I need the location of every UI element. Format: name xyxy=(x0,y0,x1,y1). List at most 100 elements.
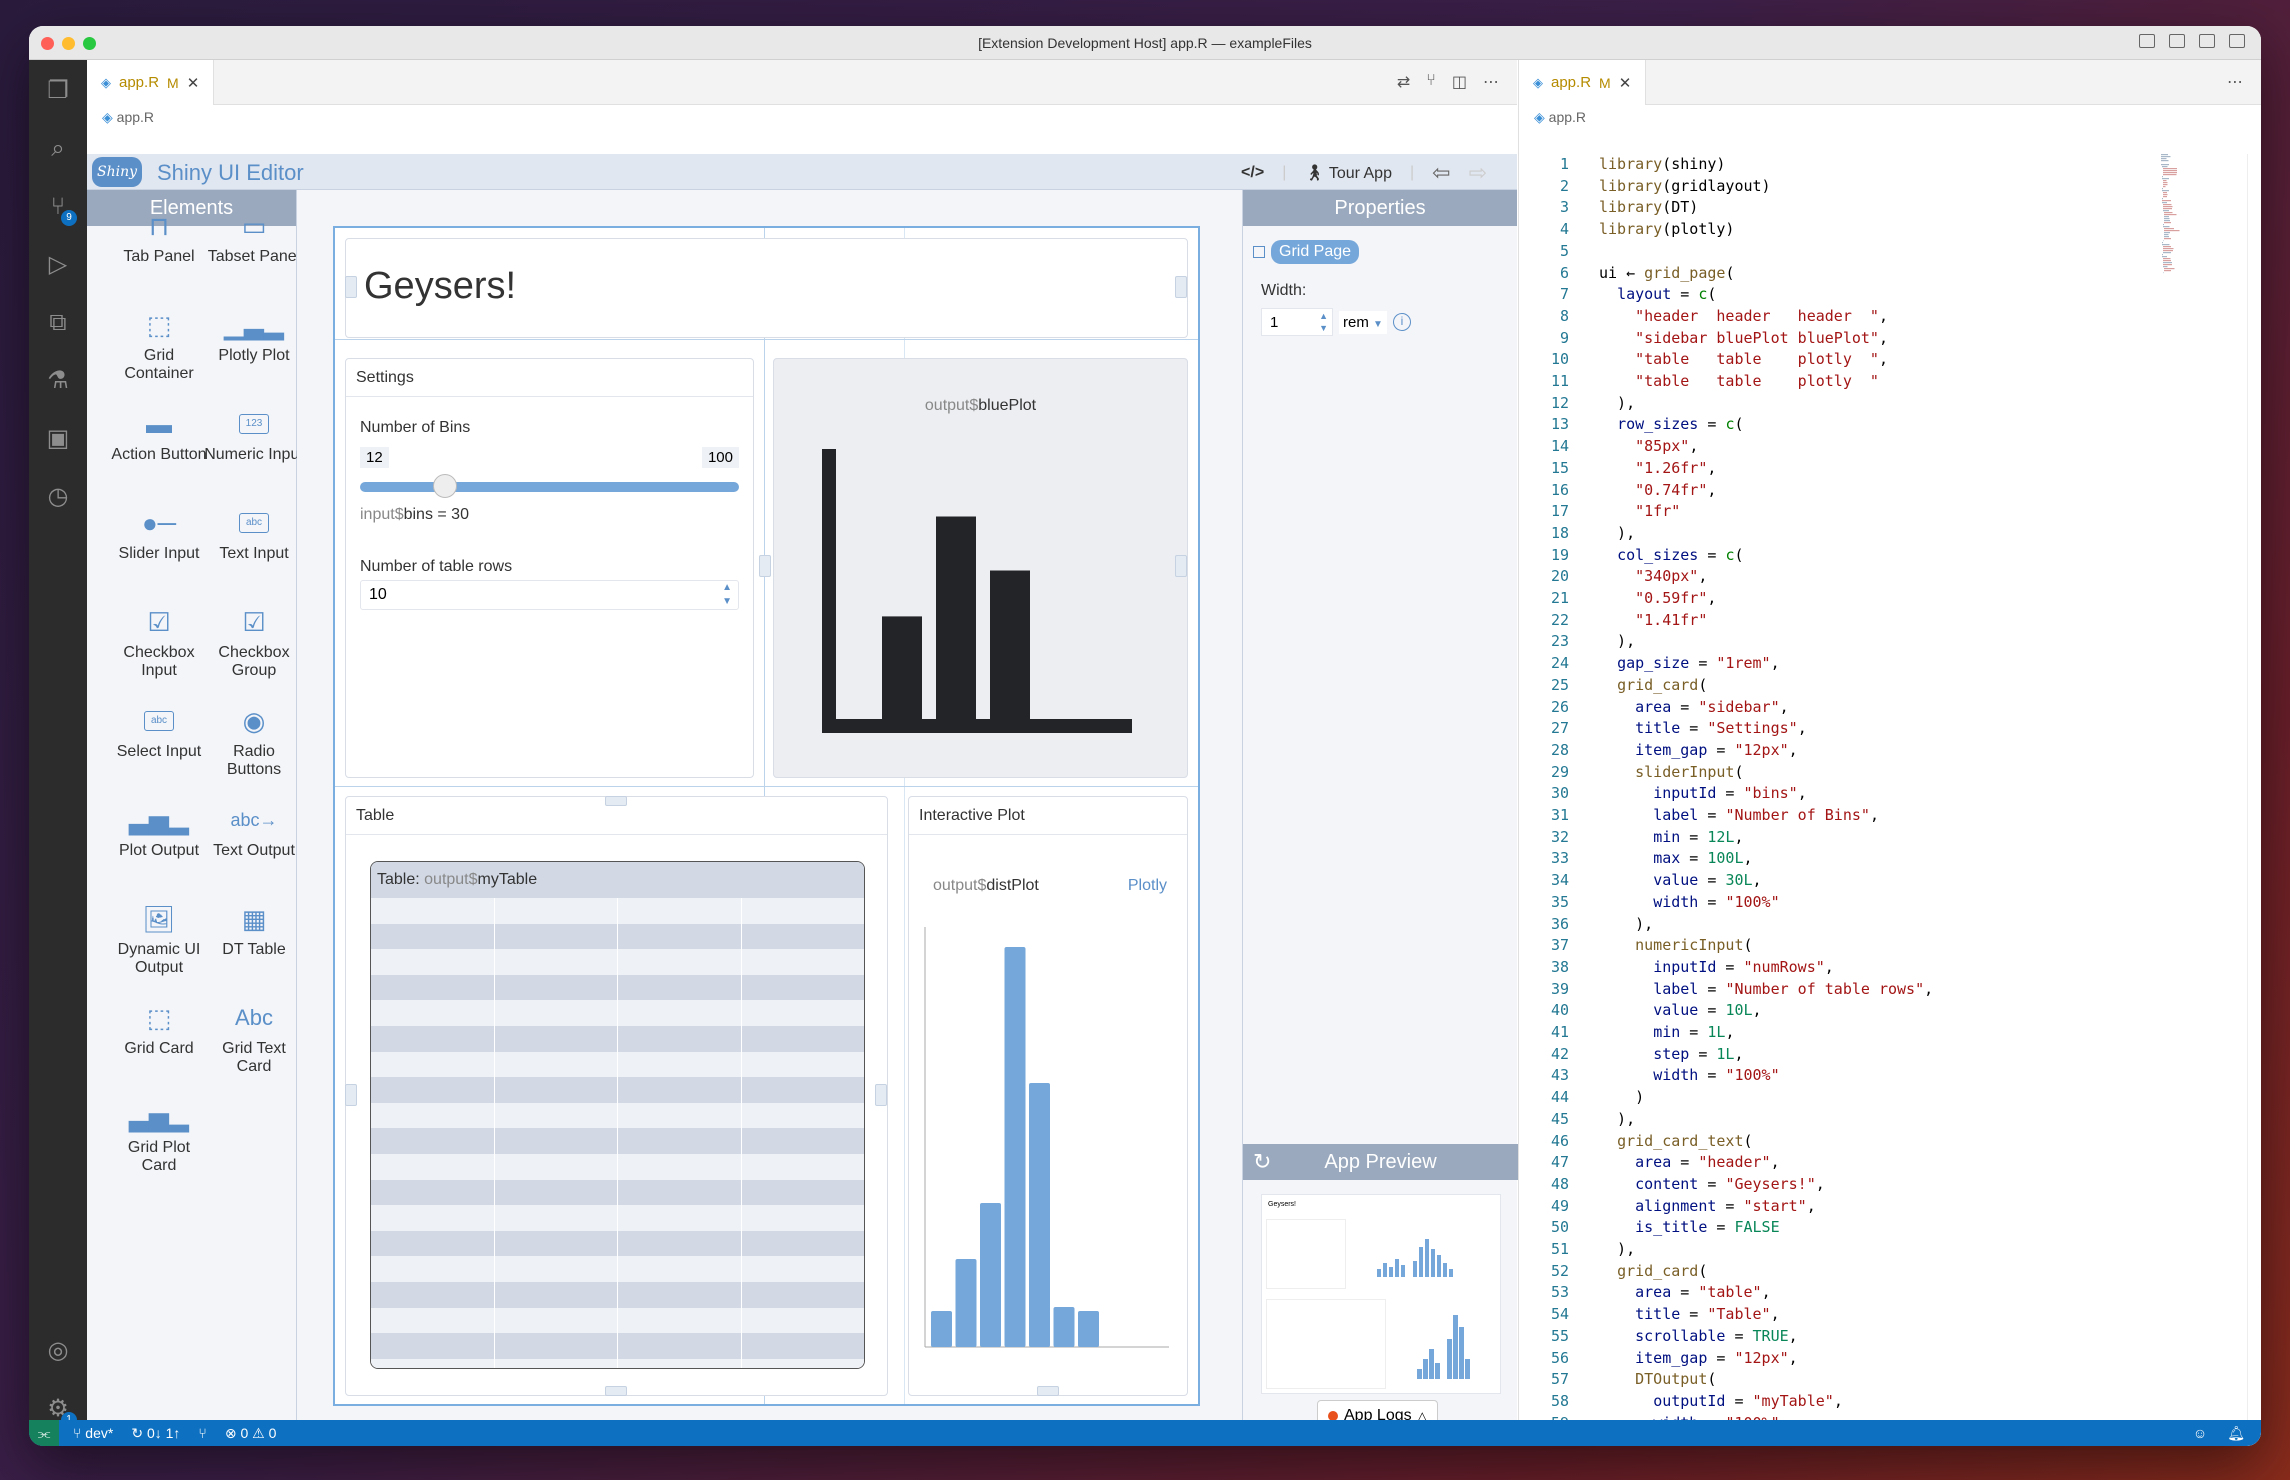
minimap-line xyxy=(2164,214,2177,216)
account-icon[interactable]: ◎ xyxy=(43,1336,73,1366)
element-radio-buttons[interactable]: ◉ Radio Buttons xyxy=(204,699,304,779)
grid-page[interactable]: Geysers! Settings Number of Bins 12 100 xyxy=(333,226,1200,1406)
table-cell xyxy=(742,1154,865,1180)
feedback-icon[interactable]: ☺ xyxy=(2193,1425,2207,1441)
sync-item[interactable]: ↻ 0↓ 1↑ xyxy=(131,1425,180,1442)
element-text-input[interactable]: abc Text Input xyxy=(204,501,304,563)
scrollbar[interactable] xyxy=(2247,154,2261,1424)
rows-numeric-input[interactable]: 10 ▲ ▼ xyxy=(360,580,739,610)
testing-icon[interactable]: ⚗ xyxy=(43,366,73,396)
more-actions-icon[interactable]: ⋯ xyxy=(1483,72,1499,92)
element-plot-output[interactable]: ▃▅▂ Plot Output xyxy=(109,798,209,860)
resize-handle[interactable] xyxy=(1037,1386,1059,1396)
element-grid-card[interactable]: ⬚ Grid Card xyxy=(109,996,209,1058)
resize-handle[interactable] xyxy=(345,276,357,298)
resize-handle[interactable] xyxy=(605,796,627,806)
shiny-header-actions: </> | 🚶︎ Tour App | ⇦ ⇨ xyxy=(1241,160,1487,186)
compare-icon[interactable]: ⇄ xyxy=(1397,72,1410,92)
element-slider-input[interactable]: ●─ Slider Input xyxy=(109,501,209,563)
table-row xyxy=(371,898,864,924)
element-action-button[interactable]: ▬ Action Button xyxy=(109,402,209,464)
notifications-icon[interactable]: 🔔︎ xyxy=(2227,1425,2245,1442)
plot-output-icon: ▃▅▂ xyxy=(129,805,189,835)
resize-handle[interactable] xyxy=(1175,555,1187,577)
customize-layout-icon[interactable] xyxy=(2229,34,2245,48)
element-grid-container[interactable]: ⬚ Grid Container xyxy=(109,303,209,383)
toggle-sidebar-icon[interactable] xyxy=(2139,34,2155,48)
table-card[interactable]: Table Table: output$myTable xyxy=(345,796,888,1396)
table-cell xyxy=(742,1052,865,1078)
branch-item[interactable]: ⑂ dev* xyxy=(73,1425,113,1441)
zoom-window-button[interactable] xyxy=(83,37,96,50)
undo-icon[interactable]: ⇦ xyxy=(1432,160,1450,186)
app-preview-thumbnail[interactable]: Geysers! xyxy=(1261,1194,1501,1394)
resize-handle[interactable] xyxy=(605,1386,627,1396)
search-icon[interactable]: ⌕ xyxy=(43,134,73,164)
element-tab-panel[interactable]: ⊓ Tab Panel xyxy=(109,204,209,266)
table-cell xyxy=(371,1358,495,1368)
bins-slider[interactable] xyxy=(360,474,739,498)
remote-indicator[interactable]: ⫘ xyxy=(29,1420,59,1446)
run-debug-icon[interactable]: ▷ xyxy=(43,250,73,280)
code-line: numericInput( xyxy=(1635,936,1753,955)
minimize-window-button[interactable] xyxy=(62,37,75,50)
close-window-button[interactable] xyxy=(41,37,54,50)
explorer-icon[interactable]: ❐ xyxy=(43,76,73,106)
extensions-icon[interactable]: ⧉ xyxy=(43,308,73,338)
element-numeric-input[interactable]: 123 Numeric Input xyxy=(204,402,304,464)
resize-handle[interactable] xyxy=(1175,276,1187,298)
element-checkbox[interactable]: ☑ Checkbox Input xyxy=(109,600,209,680)
interactive-plot-card[interactable]: Interactive Plot output$distPlot Plotly xyxy=(908,796,1188,1396)
element-dt-table[interactable]: ▦ DT Table xyxy=(204,897,304,959)
bar xyxy=(980,1203,1001,1347)
toggle-panel-icon[interactable] xyxy=(2169,34,2185,48)
problems-item[interactable]: ⊗ 0 ⚠ 0 xyxy=(225,1425,277,1442)
resize-handle[interactable] xyxy=(759,555,771,577)
resize-handle[interactable] xyxy=(875,1084,887,1106)
element-checkbox-group[interactable]: ☑ Checkbox Group xyxy=(204,600,304,680)
element-dynamic-ui[interactable]: 🖼︎ Dynamic UI Output xyxy=(109,897,209,977)
info-icon[interactable]: i xyxy=(1392,313,1411,331)
minimap[interactable] xyxy=(2161,154,2201,354)
slider-thumb[interactable] xyxy=(433,474,458,498)
more-actions-icon[interactable]: ⋯ xyxy=(2227,72,2243,92)
blue-plot-card[interactable]: output$bluePlot xyxy=(773,358,1188,778)
element-plotly-plot[interactable]: ▁▃▂ Plotly Plot xyxy=(204,303,304,365)
minimap-line xyxy=(2161,156,2171,158)
element-text-output[interactable]: abc → Text Output xyxy=(204,798,304,860)
breadcrumb-file[interactable]: app.R xyxy=(117,109,154,125)
split-editor-icon[interactable]: ◫ xyxy=(1452,72,1467,92)
stepper-icon[interactable]: ▲ ▼ xyxy=(1319,310,1328,334)
refresh-icon[interactable]: ↻ xyxy=(1253,1144,1271,1180)
tour-app-button[interactable]: 🚶︎ Tour App xyxy=(1304,163,1392,183)
minimap-line xyxy=(2162,166,2168,168)
right-tab-app-r[interactable]: ◈ app.R M ✕ xyxy=(1519,60,1647,105)
close-tab-icon[interactable]: ✕ xyxy=(187,74,200,92)
code-view-button[interactable]: </> xyxy=(1241,164,1264,182)
redo-icon[interactable]: ⇨ xyxy=(1469,160,1487,186)
resize-handle[interactable] xyxy=(345,1084,357,1106)
unit-select[interactable]: rem ▼ xyxy=(1339,310,1387,334)
element-grid-text-card[interactable]: Abc Grid Text Card xyxy=(204,996,304,1076)
selected-element-chip[interactable]: Grid Page xyxy=(1271,240,1360,264)
settings-card[interactable]: Settings Number of Bins 12 100 input$bin… xyxy=(345,358,754,778)
stepper-icon[interactable]: ▲ ▼ xyxy=(722,581,732,609)
terminal-icon[interactable]: ▣ xyxy=(43,424,73,454)
header-card[interactable]: Geysers! xyxy=(345,238,1188,338)
slider-max: 100 xyxy=(701,447,739,468)
element-grid-plot-card[interactable]: ▃▅▂ Grid Plot Card xyxy=(109,1095,209,1175)
timeline-icon[interactable]: ◷ xyxy=(43,482,73,512)
toggle-secondary-sidebar-icon[interactable] xyxy=(2199,34,2215,48)
x-axis xyxy=(822,719,1132,733)
git-history-icon[interactable]: ⑂ xyxy=(1426,72,1436,92)
minimap-line xyxy=(2163,184,2168,186)
git-graph-icon[interactable]: ⑂ xyxy=(198,1425,206,1441)
width-input[interactable]: 1 ▲ ▼ xyxy=(1261,308,1333,336)
breadcrumb-file[interactable]: app.R xyxy=(1549,109,1586,125)
status-bar: ⫘ ⑂ dev* ↻ 0↓ 1↑ ⑂ ⊗ 0 ⚠ 0 ☺ 🔔︎ xyxy=(29,1420,2261,1446)
close-tab-icon[interactable]: ✕ xyxy=(1619,74,1632,92)
element-tabset-panel[interactable]: ▭ Tabset Panel xyxy=(204,204,304,266)
left-tab-app-r[interactable]: ◈ app.R M ✕ xyxy=(87,60,215,105)
element-select-input[interactable]: abc Select Input xyxy=(109,699,209,761)
code-line: ), xyxy=(1599,1109,1636,1128)
